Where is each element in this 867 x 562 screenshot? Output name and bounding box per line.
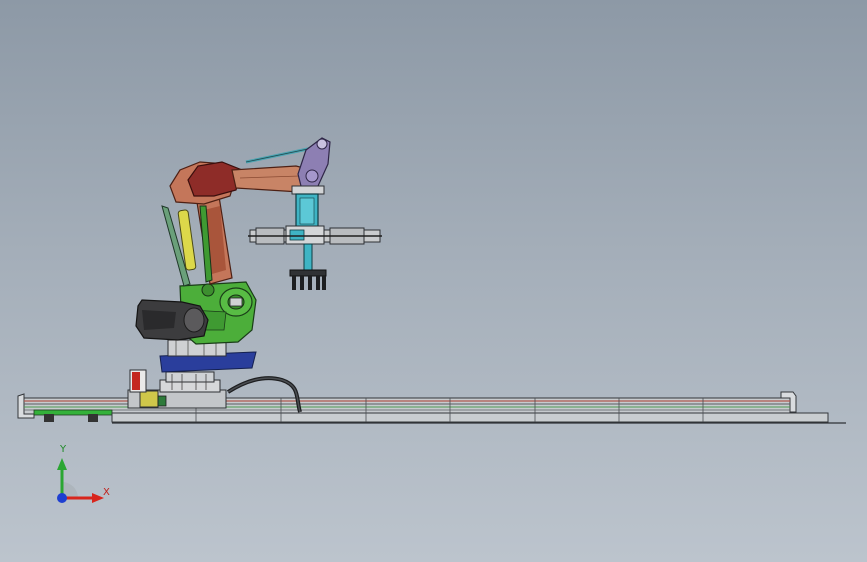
y-axis-label: Y [60, 444, 67, 455]
cad-viewport[interactable]: Y X [0, 0, 867, 562]
coordinate-triad [57, 458, 104, 503]
axis-motor [135, 299, 209, 341]
x-axis-label: X [103, 487, 110, 498]
robot-assembly-drawing[interactable] [0, 0, 867, 562]
z-axis-dot [57, 493, 67, 503]
lower-arm [161, 189, 233, 287]
gripper-tool [248, 193, 382, 290]
y-arrow-head [57, 458, 67, 470]
robot-base [159, 339, 257, 373]
